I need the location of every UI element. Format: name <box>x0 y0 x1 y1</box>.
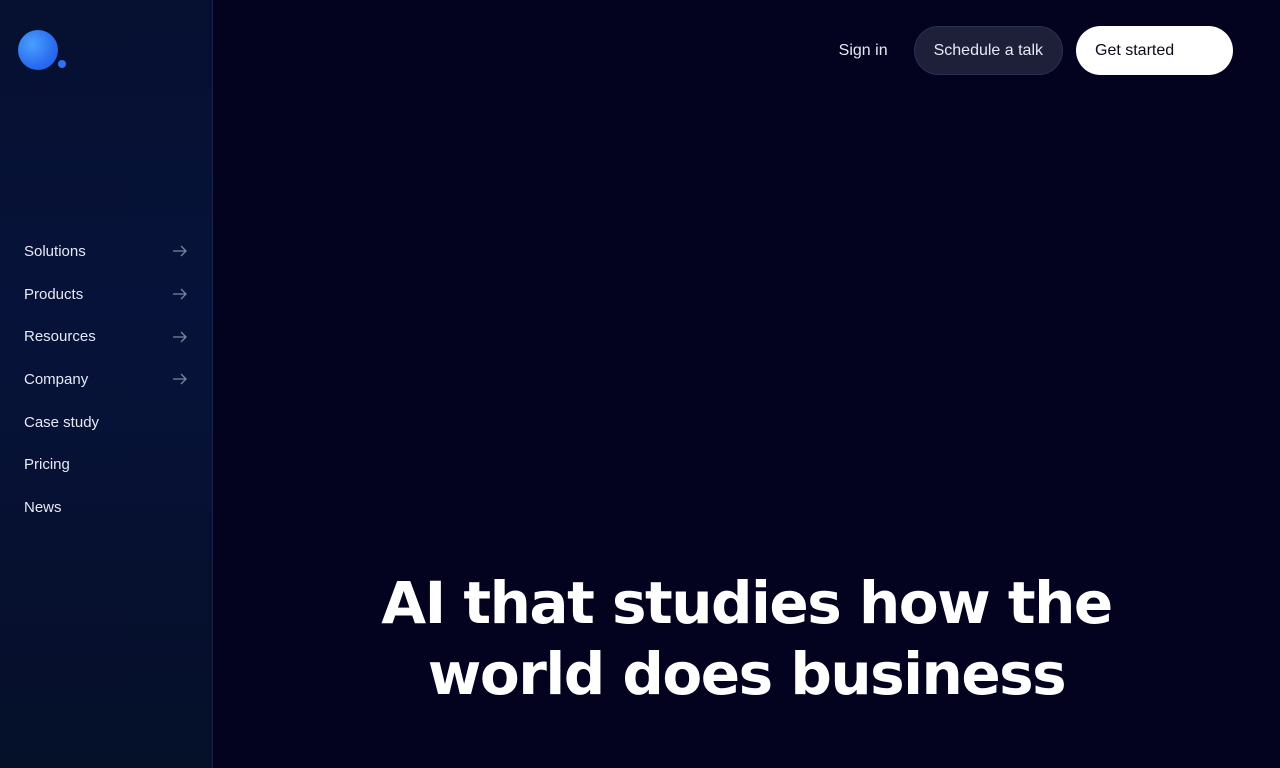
sidebar-item-solutions[interactable]: Solutions <box>0 230 212 273</box>
sidebar-item-case-study[interactable]: Case study <box>0 401 212 444</box>
sidebar-item-label: News <box>24 498 62 516</box>
arrow-right-icon <box>173 288 187 300</box>
sidebar-item-label: Company <box>24 370 89 388</box>
get-started-button[interactable]: Get started <box>1076 26 1233 75</box>
sign-in-link[interactable]: Sign in <box>839 42 888 60</box>
sidebar-item-label: Resources <box>24 328 96 346</box>
sidebar-item-label: Pricing <box>24 456 70 474</box>
sidebar-item-label: Solutions <box>24 242 86 260</box>
hero-section: AI that studies how the world does busin… <box>213 568 1280 710</box>
schedule-talk-label: Schedule a talk <box>933 41 1043 59</box>
sidebar-nav: Solutions Products Resources Company Cas… <box>0 230 212 529</box>
logo-small-dot <box>58 60 66 68</box>
sidebar-item-pricing[interactable]: Pricing <box>0 443 212 486</box>
hero-headline: AI that studies how the world does busin… <box>213 568 1280 710</box>
sidebar-item-resources[interactable]: Resources <box>0 315 212 358</box>
arrow-right-icon <box>173 245 187 257</box>
arrow-right-icon <box>173 331 187 343</box>
get-started-label: Get started <box>1095 41 1175 59</box>
logo-large-dot <box>18 30 58 70</box>
hero-headline-line-2: world does business <box>427 640 1067 708</box>
sidebar-item-label: Products <box>24 285 84 303</box>
arrow-right-icon <box>173 373 187 385</box>
sidebar-item-company[interactable]: Company <box>0 358 212 401</box>
hero-headline-line-1: AI that studies how the <box>381 569 1113 637</box>
sidebar-item-products[interactable]: Products <box>0 273 212 316</box>
schedule-talk-button[interactable]: Schedule a talk <box>913 26 1063 75</box>
sidebar-item-news[interactable]: News <box>0 486 212 529</box>
sidebar: Solutions Products Resources Company Cas… <box>0 0 213 768</box>
sidebar-item-label: Case study <box>24 413 100 431</box>
top-header: Sign in Schedule a talk Get started <box>839 26 1233 75</box>
logo-icon[interactable] <box>18 30 68 72</box>
